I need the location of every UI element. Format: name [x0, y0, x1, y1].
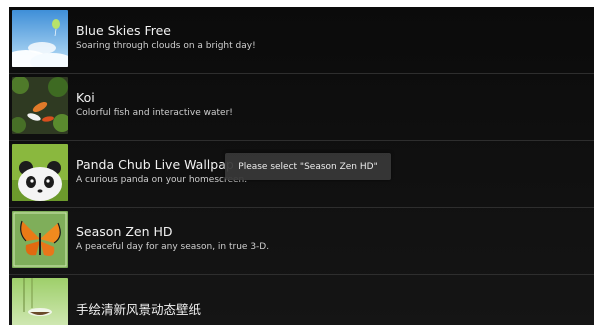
item-title: Panda Chub Live Wallpap	[76, 157, 234, 172]
list-item-koi[interactable]: Koi Colorful fish and interactive water!	[9, 74, 594, 141]
list-item-landscape[interactable]: 手绘清新风景动态壁纸	[9, 275, 594, 325]
toast-message: Please select "Season Zen HD"	[225, 153, 391, 180]
landscape-boat-icon	[12, 278, 68, 325]
item-subtitle: A curious panda on your homescreen.	[76, 175, 248, 185]
item-subtitle: Colorful fish and interactive water!	[76, 108, 233, 118]
butterfly-icon	[12, 211, 68, 268]
item-title: Blue Skies Free	[76, 23, 171, 38]
list-item-blue-skies-free[interactable]: Blue Skies Free Soaring through clouds o…	[9, 7, 594, 74]
item-subtitle: A peaceful day for any season, in true 3…	[76, 242, 270, 252]
panda-icon	[12, 144, 68, 201]
item-title: 手绘清新风景动态壁纸	[76, 302, 202, 317]
list-item-season-zen-hd[interactable]: Season Zen HD A peaceful day for any sea…	[9, 208, 594, 275]
live-wallpaper-picker: Blue Skies Free Soaring through clouds o…	[9, 7, 594, 325]
item-title: Season Zen HD	[76, 224, 173, 239]
sky-clouds-icon	[12, 10, 68, 67]
item-title: Koi	[76, 90, 95, 105]
koi-pond-icon	[12, 77, 68, 134]
item-subtitle: Soaring through clouds on a bright day!	[76, 41, 256, 51]
